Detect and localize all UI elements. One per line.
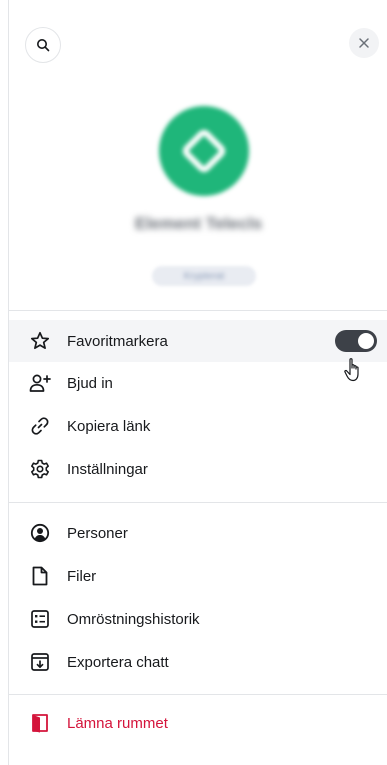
toggle-knob [358, 333, 374, 349]
user-circle-icon [29, 522, 51, 544]
menu-item-files[interactable]: Filer [9, 555, 387, 597]
encryption-badge: Krypterat [152, 266, 256, 286]
file-icon [29, 565, 51, 587]
menu-item-settings[interactable]: Inställningar [9, 448, 387, 490]
divider [9, 310, 387, 311]
room-name: Element Telecls [134, 214, 263, 233]
menu-item-label: Favoritmarkera [67, 332, 168, 350]
close-button[interactable] [349, 28, 379, 58]
menu-item-invite[interactable]: Bjud in [9, 362, 387, 404]
menu-item-export-chat[interactable]: Exportera chatt [9, 641, 387, 683]
menu-item-label: Inställningar [67, 460, 148, 478]
close-icon [359, 38, 369, 48]
search-button[interactable] [25, 27, 61, 63]
room-logo-icon [182, 129, 226, 173]
add-person-icon [29, 372, 51, 394]
menu-item-label: Filer [67, 567, 97, 585]
encryption-badge-label: Krypterat [183, 270, 225, 282]
search-icon [37, 39, 50, 52]
menu-item-leave-room[interactable]: Lämna rummet [9, 702, 387, 744]
star-icon [29, 330, 51, 352]
menu-item-label: Lämna rummet [67, 714, 168, 732]
menu-item-label: Omröstningshistorik [67, 610, 200, 628]
favourite-toggle[interactable] [335, 330, 377, 352]
menu-item-label: Personer [67, 524, 128, 542]
link-icon [29, 415, 51, 437]
export-icon [29, 651, 51, 673]
poll-list-icon [29, 608, 51, 630]
menu-item-label: Bjud in [67, 374, 113, 392]
leave-door-icon [29, 712, 51, 734]
gear-icon [29, 458, 51, 480]
divider [9, 502, 387, 503]
room-avatar [159, 106, 249, 196]
room-info-panel: Element Telecls Krypterat Favoritmarkera… [8, 0, 387, 765]
menu-item-copy-link[interactable]: Kopiera länk [9, 405, 387, 447]
menu-item-poll-history[interactable]: Omröstningshistorik [9, 598, 387, 640]
menu-item-label: Exportera chatt [67, 653, 169, 671]
menu-item-label: Kopiera länk [67, 417, 151, 435]
menu-item-people[interactable]: Personer [9, 512, 387, 554]
menu-item-favourite[interactable]: Favoritmarkera [9, 320, 387, 362]
divider [9, 694, 387, 695]
